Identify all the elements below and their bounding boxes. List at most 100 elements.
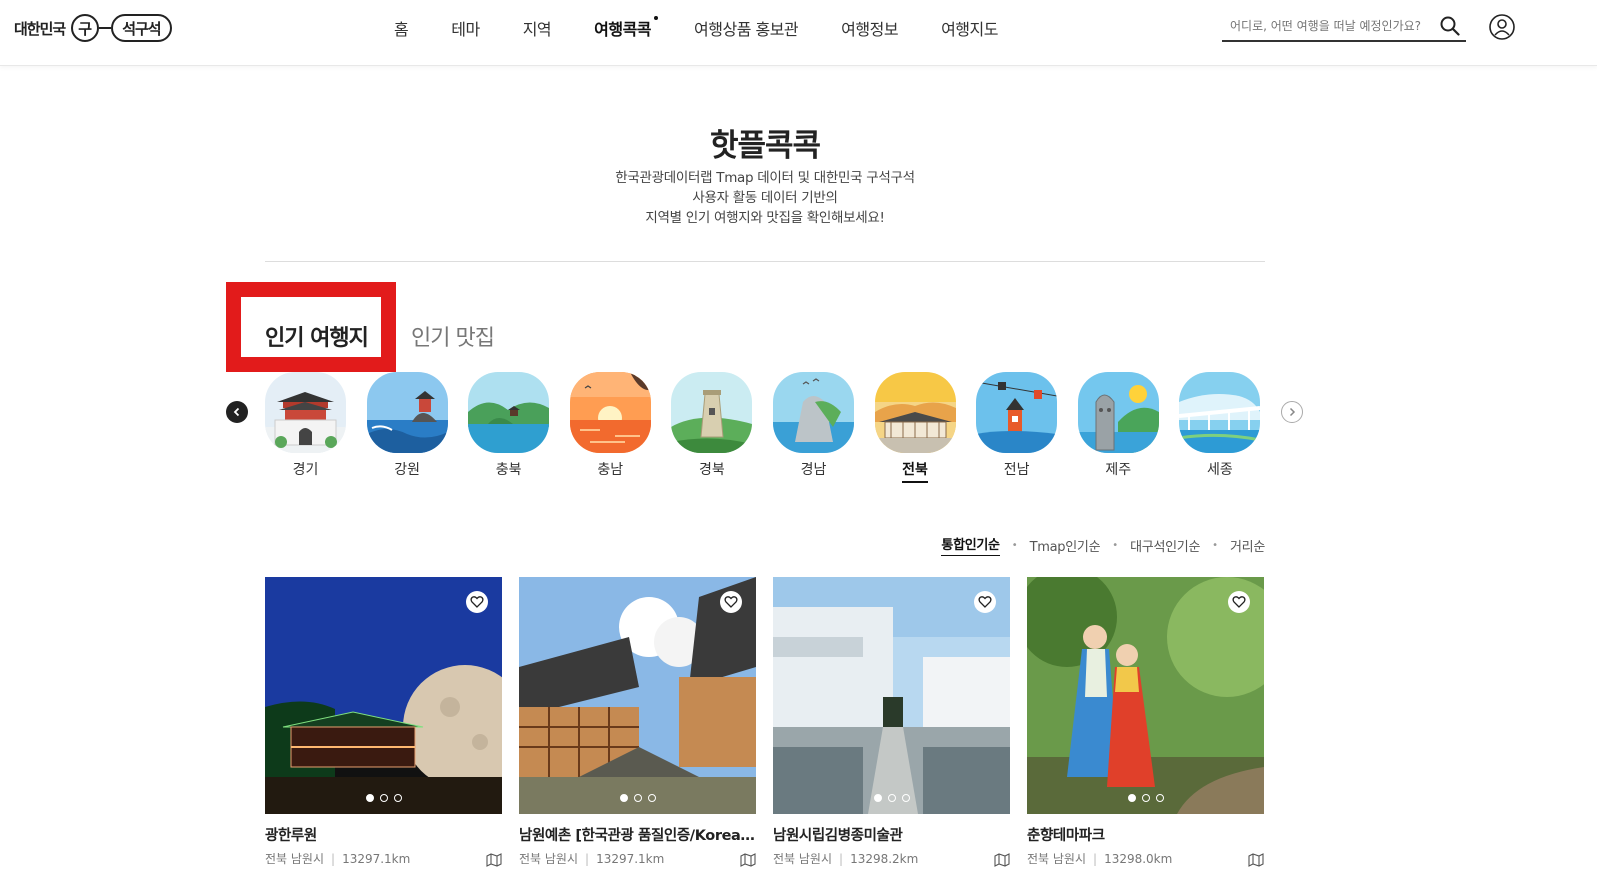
sea-cliff-icon xyxy=(772,372,854,453)
place-card[interactable]: 춘향테마파크 전북 남원시 | 13298.0km xyxy=(1027,577,1264,867)
region-label: 충북 xyxy=(495,462,522,478)
carousel-dot[interactable] xyxy=(1127,794,1136,802)
region-chungnam[interactable]: 충남 xyxy=(569,372,651,483)
carousel-dot[interactable] xyxy=(365,794,374,802)
coast-pavilion-icon xyxy=(366,372,448,453)
search-icon[interactable] xyxy=(1440,16,1460,36)
map-icon[interactable] xyxy=(486,853,502,867)
chevron-left-icon xyxy=(233,407,240,417)
carousel-prev-button[interactable] xyxy=(226,401,248,423)
heart-icon xyxy=(1232,596,1246,608)
sort-overall[interactable]: 통합인기순 xyxy=(941,534,1000,556)
card-region: 전북 남원시 xyxy=(265,852,325,866)
white-museum-image xyxy=(773,577,1010,814)
meta-separator: | xyxy=(1093,851,1098,866)
card-title[interactable]: 남원예촌 [한국관광 품질인증/Korea Quality] xyxy=(519,824,756,845)
card-title[interactable]: 춘향테마파크 xyxy=(1027,824,1264,845)
region-jeju[interactable]: 제주 xyxy=(1077,372,1159,483)
sort-distance[interactable]: 거리순 xyxy=(1230,536,1265,555)
carousel-dot[interactable] xyxy=(393,794,402,802)
favorite-button[interactable] xyxy=(1228,591,1250,613)
region-carousel: 경기 강원 충북 충남 경북 경남 전북 전남 제주 세종 xyxy=(265,372,1281,483)
sort-separator: • xyxy=(1112,539,1119,551)
couple-statues-image xyxy=(1027,577,1264,814)
card-region: 전북 남원시 xyxy=(773,852,833,866)
card-image[interactable] xyxy=(773,577,1010,814)
carousel-dot[interactable] xyxy=(901,794,910,802)
nav-info[interactable]: 여행정보 xyxy=(841,16,898,40)
search-input[interactable] xyxy=(1222,19,1432,33)
sort-daeguseok[interactable]: 대구석인기순 xyxy=(1130,536,1200,555)
place-card[interactable]: 남원예촌 [한국관광 품질인증/Korea Quality] 전북 남원시 | … xyxy=(519,577,756,867)
region-gangwon[interactable]: 강원 xyxy=(366,372,448,483)
heart-icon xyxy=(724,596,738,608)
region-gyeongbuk[interactable]: 경북 xyxy=(671,372,753,483)
main-nav: 홈 테마 지역 여행콕콕 여행상품 홍보관 여행정보 여행지도 xyxy=(370,0,1041,56)
sort-tmap[interactable]: Tmap인기순 xyxy=(1030,536,1101,555)
heart-icon xyxy=(470,596,484,608)
region-gyeongnam[interactable]: 경남 xyxy=(772,372,854,483)
logo-connector xyxy=(99,27,112,29)
nav-region[interactable]: 지역 xyxy=(523,16,552,40)
carousel-dot[interactable] xyxy=(1141,794,1150,802)
desc-line: 한국관광데이터랩 Tmap 데이터 및 대한민국 구석구석 xyxy=(615,170,915,186)
card-region: 전북 남원시 xyxy=(519,852,579,866)
card-image[interactable] xyxy=(265,577,502,814)
favorite-button[interactable] xyxy=(466,591,488,613)
region-jeonnam[interactable]: 전남 xyxy=(976,372,1058,483)
place-card[interactable]: 남원시립김병종미술관 전북 남원시 | 13298.2km xyxy=(773,577,1010,867)
region-gyeonggi[interactable]: 경기 xyxy=(265,372,346,483)
sort-options: 통합인기순 • Tmap인기순 • 대구석인기순 • 거리순 xyxy=(941,534,1265,556)
carousel-next-button[interactable] xyxy=(1281,401,1303,423)
card-distance: 13298.0km xyxy=(1104,851,1173,866)
region-sejong[interactable]: 세종 xyxy=(1179,372,1261,483)
region-label: 전남 xyxy=(1003,462,1030,478)
region-label: 제주 xyxy=(1105,462,1132,478)
carousel-dot[interactable] xyxy=(379,794,388,802)
card-meta: 전북 남원시 | 13298.2km xyxy=(773,850,1010,867)
region-label: 경기 xyxy=(292,462,319,478)
nav-map[interactable]: 여행지도 xyxy=(941,16,998,40)
carousel-dot[interactable] xyxy=(873,794,882,802)
sort-separator: • xyxy=(1212,539,1219,551)
card-image[interactable] xyxy=(1027,577,1264,814)
map-icon[interactable] xyxy=(1248,853,1264,867)
night-pavilion-moon-image xyxy=(265,577,502,814)
region-label: 경남 xyxy=(800,462,827,478)
place-card[interactable]: 광한루원 전북 남원시 | 13297.1km xyxy=(265,577,502,867)
card-image[interactable] xyxy=(519,577,756,814)
region-chungbuk[interactable]: 충북 xyxy=(468,372,550,483)
favorite-button[interactable] xyxy=(720,591,742,613)
carousel-dots xyxy=(265,794,502,802)
nav-product[interactable]: 여행상품 홍보관 xyxy=(694,16,799,40)
region-label: 충남 xyxy=(597,462,624,478)
carousel-dot[interactable] xyxy=(633,794,642,802)
tab-popular-places[interactable]: 인기 여행지 xyxy=(265,320,369,352)
logo-circle: 구 xyxy=(71,14,100,42)
carousel-dot[interactable] xyxy=(1155,794,1164,802)
carousel-dot[interactable] xyxy=(647,794,656,802)
card-region: 전북 남원시 xyxy=(1027,852,1087,866)
tab-popular-restaurants[interactable]: 인기 맛집 xyxy=(411,320,495,352)
carousel-dot[interactable] xyxy=(887,794,896,802)
nav-hotplace[interactable]: 여행콕콕 xyxy=(594,16,658,40)
user-icon[interactable] xyxy=(1489,14,1515,40)
region-jeonbuk[interactable]: 전북 xyxy=(874,372,956,483)
favorite-button[interactable] xyxy=(974,591,996,613)
observatory-icon xyxy=(671,372,753,453)
meta-separator: | xyxy=(585,851,590,866)
site-logo[interactable]: 대한민국 구 석구석 xyxy=(14,13,172,43)
logo-prefix: 대한민국 xyxy=(14,19,66,38)
heart-icon xyxy=(978,596,992,608)
desc-line: 지역별 인기 여행지와 맛집을 확인해보세요! xyxy=(645,210,885,226)
nav-home[interactable]: 홈 xyxy=(394,16,409,40)
card-title[interactable]: 광한루원 xyxy=(265,824,502,845)
region-label: 경북 xyxy=(698,462,725,478)
nav-theme[interactable]: 테마 xyxy=(451,16,480,40)
carousel-dot[interactable] xyxy=(619,794,628,802)
site-header: 대한민국 구 석구석 홈 테마 지역 여행콕콕 여행상품 홍보관 여행정보 여행… xyxy=(0,0,1597,66)
card-title[interactable]: 남원시립김병종미술관 xyxy=(773,824,1010,845)
meta-separator: | xyxy=(331,851,336,866)
map-icon[interactable] xyxy=(740,853,756,867)
map-icon[interactable] xyxy=(994,853,1010,867)
